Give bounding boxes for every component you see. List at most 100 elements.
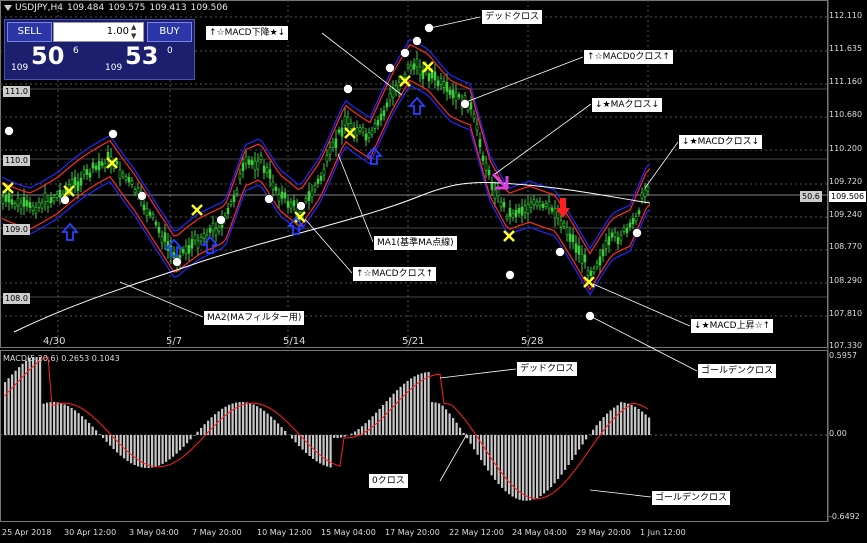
histogram-bar [553, 435, 556, 484]
high-value: 109.575 [108, 3, 146, 13]
histogram-bar [511, 435, 514, 497]
dropdown-icon[interactable] [4, 4, 12, 11]
histogram-bar [550, 435, 553, 488]
histogram-bar [368, 419, 371, 435]
candle-body [88, 172, 92, 178]
histogram-bar [637, 408, 640, 435]
annotation-ma1: MA1(基準MA点線) [373, 235, 458, 251]
level-tag: 109.0 [3, 224, 30, 235]
buy-button[interactable]: BUY [147, 22, 192, 42]
candle-body [592, 268, 596, 273]
histogram-bar [116, 435, 119, 453]
cross-marker [503, 230, 515, 242]
signal-dot [400, 48, 410, 58]
histogram-bar [546, 435, 549, 491]
histogram-bar [60, 403, 63, 435]
time-label: 29 May 20:00 [576, 528, 631, 537]
candle-body [319, 175, 323, 181]
candle-body [118, 169, 122, 179]
candle-body [289, 202, 293, 209]
candle-body [325, 154, 329, 162]
callout-line [439, 368, 517, 379]
candle-body [544, 203, 548, 207]
histogram-bar [305, 435, 308, 453]
candle-body [484, 162, 488, 171]
annotation-ma-cross: ↓★MAクロス↓ [591, 97, 664, 113]
histogram-bar [336, 435, 339, 438]
candle-body [283, 192, 287, 199]
time-label: 7 May 20:00 [192, 528, 242, 537]
histogram-bar [259, 408, 262, 435]
histogram-bar [438, 403, 441, 435]
candle-body [349, 123, 353, 129]
sell-price-fraction: 6 [73, 46, 79, 56]
candle-body [370, 130, 374, 135]
histogram-bar [284, 430, 287, 435]
candle-body [520, 206, 524, 216]
histogram-bar [231, 403, 234, 435]
candle-body [607, 236, 611, 246]
time-label: 30 Apr 12:00 [64, 528, 117, 537]
date-label: 5/7 [166, 336, 183, 347]
buy-price-prefix: 109 [105, 63, 123, 73]
candle-body [439, 78, 443, 85]
candle-body [556, 211, 560, 219]
histogram-bar [364, 423, 367, 435]
annotation-macd0-cross: ↑☆MACD0クロス↑ [583, 49, 674, 65]
lot-size-field[interactable]: 1.00 ▲ ▼ [53, 22, 144, 42]
signal-dot [296, 201, 306, 211]
candle-body [4, 195, 8, 202]
candle-body [586, 270, 590, 276]
sell-price[interactable]: 109 50 6 [7, 42, 98, 77]
candle-body [235, 189, 239, 194]
candle-body [253, 160, 257, 171]
candle-body [619, 234, 623, 241]
candle-body [121, 172, 125, 177]
signal-dot [412, 36, 422, 46]
histogram-bar [504, 435, 507, 492]
candle-body [10, 199, 14, 205]
histogram-bar [46, 402, 49, 435]
sell-price-pips: 50 [31, 42, 65, 70]
date-label: 4/30 [43, 336, 66, 347]
spinner-icon[interactable]: ▲ ▼ [131, 23, 141, 41]
signal-dot [60, 195, 70, 205]
time-label: 24 May 04:00 [512, 528, 567, 537]
histogram-bar [574, 435, 577, 455]
sell-button[interactable]: SELL [7, 22, 52, 42]
buy-price[interactable]: 109 53 0 [101, 42, 192, 77]
level-tag: 111.0 [3, 86, 30, 97]
histogram-bar [536, 435, 539, 498]
candle-body [184, 245, 188, 254]
histogram-bar [410, 378, 413, 435]
candle-body [631, 218, 635, 225]
candle-body [559, 220, 563, 228]
histogram-bar [273, 419, 276, 435]
candle-body [442, 81, 446, 88]
candle-body [43, 192, 47, 203]
candle-body [454, 92, 458, 102]
annotation-macd-dead-cross: デッドクロス [516, 361, 579, 377]
candle-body [391, 88, 395, 98]
price-tick: 108.290 [829, 276, 863, 285]
candle-body [151, 214, 155, 218]
histogram-bar [221, 408, 224, 435]
candle-body [211, 222, 215, 232]
candle-body [58, 189, 62, 198]
candle-body [331, 142, 335, 148]
histogram-bar [32, 357, 35, 435]
histogram-bar [256, 406, 259, 435]
histogram-bar [147, 435, 150, 468]
candle-body [433, 71, 437, 81]
histogram-bar [592, 429, 595, 435]
candle-body [493, 189, 497, 200]
histogram-bar [599, 421, 602, 435]
histogram-bar [578, 435, 581, 450]
candle-body [85, 169, 89, 175]
histogram-bar [49, 402, 52, 435]
candle-body [490, 182, 494, 191]
candle-body [163, 232, 167, 242]
candle-body [226, 207, 230, 214]
histogram-bar [175, 435, 178, 454]
candle-body [598, 256, 602, 266]
